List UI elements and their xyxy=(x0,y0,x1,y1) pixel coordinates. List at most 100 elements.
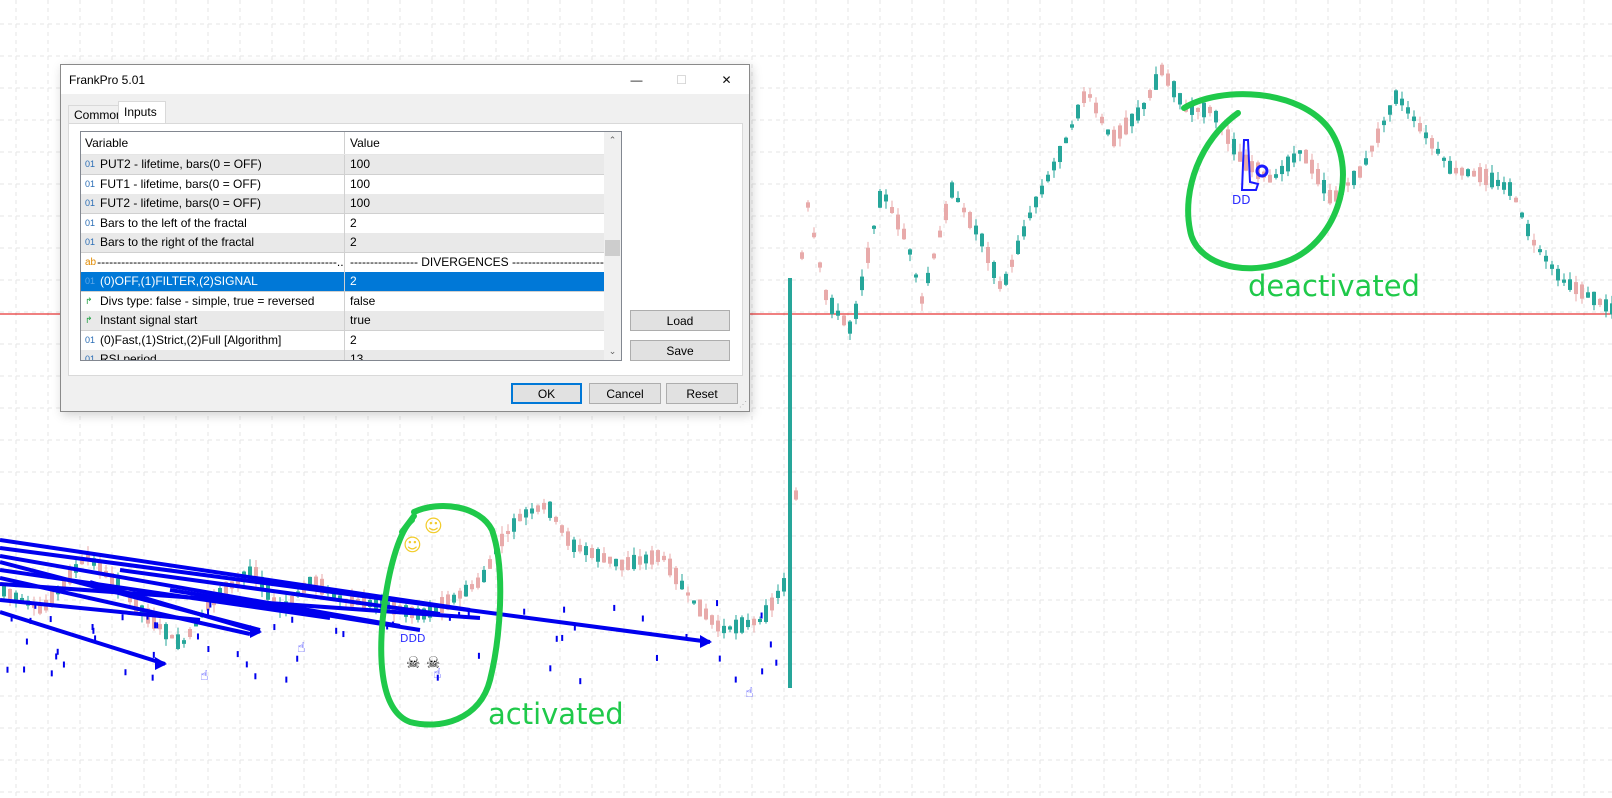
signal-marker xyxy=(50,670,53,677)
value-cell[interactable]: 2 xyxy=(345,233,605,252)
candle-body xyxy=(1238,151,1242,162)
candle-body xyxy=(980,233,984,247)
signal-marker xyxy=(124,669,127,676)
candle-body xyxy=(1034,196,1038,208)
candle-body xyxy=(1178,93,1182,105)
maximize-icon: ☐ xyxy=(676,72,687,87)
candle-body xyxy=(902,228,906,240)
value-cell[interactable]: 100 xyxy=(345,194,605,213)
int-type-icon: 01 xyxy=(85,276,96,286)
signal-marker xyxy=(152,651,155,658)
grid-row[interactable]: 01 FUT2 - lifetime, bars(0 = OFF) 100 xyxy=(81,194,605,214)
resize-grip-icon[interactable]: ⋰ xyxy=(739,401,747,409)
candle-body xyxy=(1352,170,1356,186)
variable-cell: 01 (0)OFF,(1)FILTER,(2)SIGNAL xyxy=(81,272,345,291)
candle-body xyxy=(608,556,612,564)
candle-body xyxy=(872,225,876,229)
value-cell[interactable]: 13 xyxy=(345,350,605,360)
candle-body xyxy=(1532,239,1536,246)
grid-row[interactable]: 01 (0)Fast,(1)Strict,(2)Full [Algorithm] 2 xyxy=(81,330,605,351)
signal-marker xyxy=(734,676,737,683)
variable-name: (0)Fast,(1)Strict,(2)Full [Algorithm] xyxy=(100,332,282,347)
inputs-grid: Variable Value 01 PUT2 - lifetime, bars(0… xyxy=(80,131,622,361)
grid-row[interactable]: ab --------------------------------------… xyxy=(81,252,605,273)
candle-body xyxy=(1592,291,1596,306)
candle-body xyxy=(1508,182,1512,196)
candle-body xyxy=(680,580,684,590)
smiley-icon: ☺ xyxy=(403,535,422,556)
ok-button[interactable]: OK xyxy=(511,383,582,404)
string-type-icon: ab xyxy=(85,256,97,268)
candle-body xyxy=(728,626,732,630)
candle-body xyxy=(1040,185,1044,195)
close-button[interactable]: ✕ xyxy=(704,65,749,94)
candle-body xyxy=(1604,299,1608,312)
candle-body xyxy=(1274,174,1278,178)
candle-body xyxy=(1328,189,1332,204)
load-button[interactable]: Load xyxy=(630,310,730,331)
value-cell[interactable]: 2 xyxy=(345,214,605,233)
candle-body xyxy=(1472,170,1476,177)
candle-body xyxy=(164,624,168,640)
candle-body xyxy=(1550,264,1554,269)
grid-row[interactable]: ↱ Instant signal start true xyxy=(81,311,605,331)
candle-body xyxy=(1370,145,1374,152)
value-cell[interactable]: 2 xyxy=(345,272,605,291)
value-cell[interactable]: 100 xyxy=(345,155,605,174)
candle-body xyxy=(578,544,582,552)
grid-row[interactable]: 01 PUT2 - lifetime, bars(0 = OFF) 100 xyxy=(81,155,605,175)
candle-body xyxy=(854,303,858,319)
candle-body xyxy=(1010,259,1014,267)
signal-marker xyxy=(761,668,764,675)
maximize-button[interactable]: ☐ xyxy=(659,65,704,94)
cancel-button[interactable]: Cancel xyxy=(589,383,661,404)
candle-body xyxy=(1394,90,1398,104)
scroll-up-icon[interactable]: ⌃ xyxy=(604,132,621,149)
candle-body xyxy=(1460,167,1464,176)
candle-body xyxy=(170,634,174,639)
candle-body xyxy=(572,539,576,553)
tab-common[interactable]: Common xyxy=(68,105,124,125)
value-cell[interactable]: false xyxy=(345,292,605,311)
candle-body xyxy=(554,516,558,522)
grid-row[interactable]: 01 Bars to the left of the fractal 2 xyxy=(81,213,605,234)
column-header-value[interactable]: Value xyxy=(345,132,605,154)
minimize-button[interactable]: — xyxy=(614,65,659,94)
arrow-head-icon xyxy=(700,635,712,648)
candle-body xyxy=(272,597,276,602)
variable-name: Bars to the left of the fractal xyxy=(100,215,247,230)
save-button[interactable]: Save xyxy=(630,340,730,361)
grid-row[interactable]: ↱ Divs type: false - simple, true = rever… xyxy=(81,291,605,312)
scroll-down-icon[interactable]: ⌄ xyxy=(604,343,621,360)
column-header-variable[interactable]: Variable xyxy=(81,132,345,154)
candle-body xyxy=(746,619,750,628)
candle-body xyxy=(848,321,852,334)
grid-row[interactable]: 01 (0)OFF,(1)FILTER,(2)SIGNAL 2 xyxy=(81,272,605,292)
candle-body xyxy=(806,202,810,208)
candle-body xyxy=(908,249,912,255)
candle-body xyxy=(920,296,924,304)
bool-type-icon: ↱ xyxy=(85,315,93,325)
grid-row[interactable]: 01 Bars to the right of the fractal 2 xyxy=(81,233,605,253)
value-cell[interactable]: true xyxy=(345,311,605,330)
candle-body xyxy=(1106,129,1110,135)
candle-body xyxy=(956,197,960,203)
value-cell[interactable]: ----------------- DIVERGENCES ----------… xyxy=(345,253,605,272)
candle-body xyxy=(1094,102,1098,114)
reset-button[interactable]: Reset xyxy=(666,383,738,404)
candle-body xyxy=(770,597,774,611)
candle-body xyxy=(1250,161,1254,173)
signal-marker xyxy=(209,601,212,608)
grid-row[interactable]: 01 RSI period 13 xyxy=(81,350,605,360)
candle-body xyxy=(650,550,654,565)
value-cell[interactable]: 2 xyxy=(345,331,605,350)
candle-body xyxy=(1454,167,1458,174)
candle-body xyxy=(1136,107,1140,121)
hand-pointer-icon: ☝ xyxy=(200,668,209,684)
vertical-scrollbar[interactable]: ⌃ ⌄ xyxy=(604,132,621,360)
title-bar[interactable]: FrankPro 5.01 — ☐ ✕ xyxy=(61,65,749,94)
grid-row[interactable]: 01 FUT1 - lifetime, bars(0 = OFF) 100 xyxy=(81,174,605,195)
candle-body xyxy=(182,640,186,644)
value-cell[interactable]: 100 xyxy=(345,175,605,194)
scroll-thumb[interactable] xyxy=(605,240,620,256)
